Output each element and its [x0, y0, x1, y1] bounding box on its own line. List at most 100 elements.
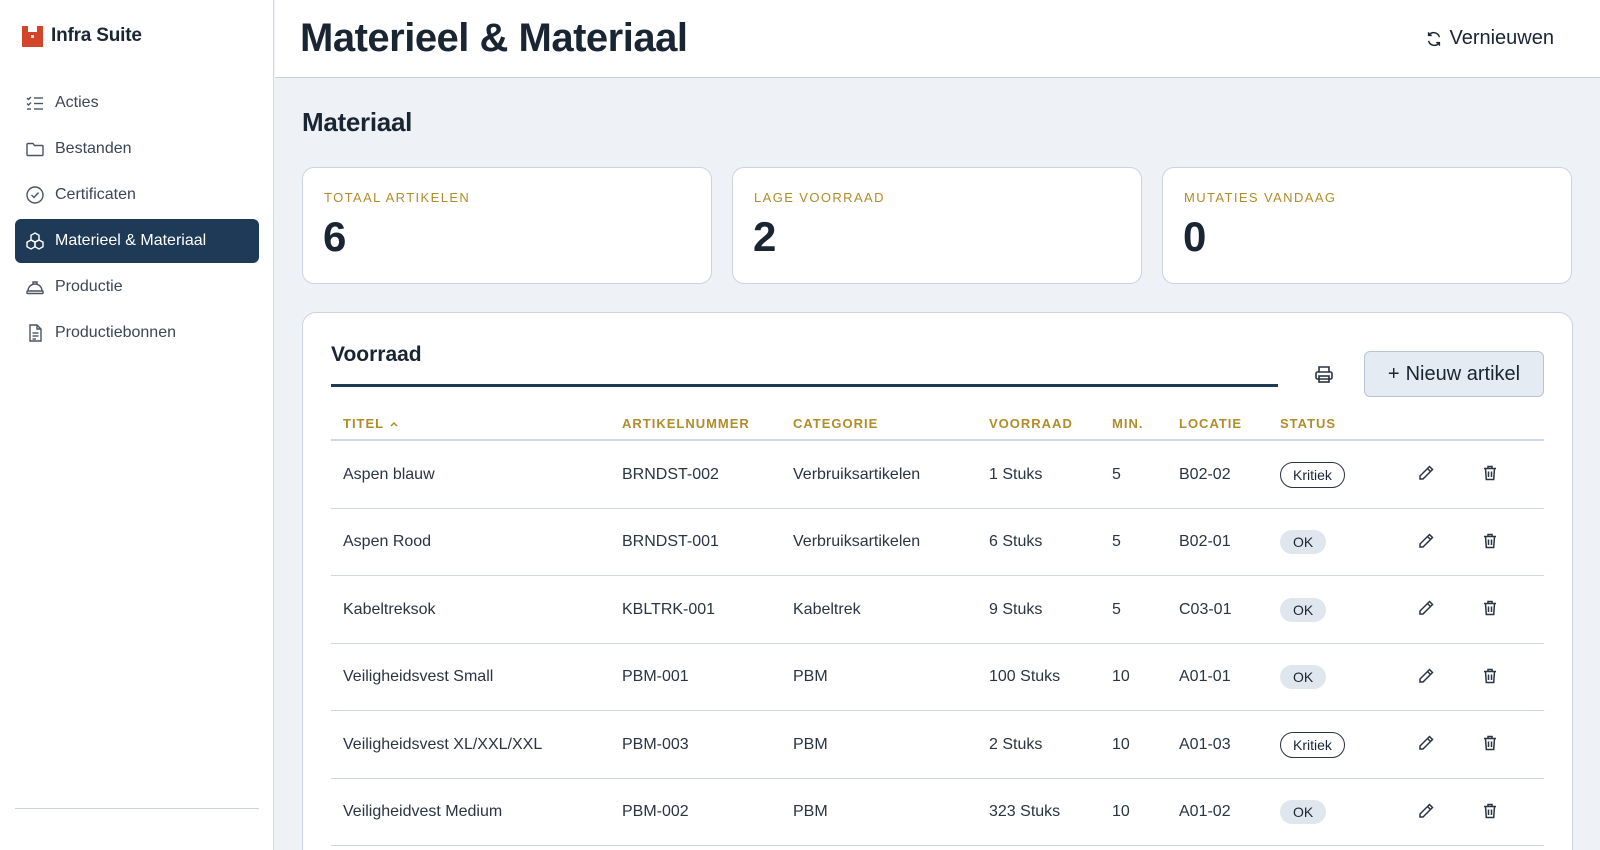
stat-label: TOTAAL ARTIKELEN [324, 190, 471, 205]
sidebar-item-materieel-materiaal[interactable]: Materieel & Materiaal [15, 219, 259, 263]
cell-locatie: A01-03 [1179, 735, 1231, 753]
delete-button[interactable] [1480, 666, 1500, 686]
table-body: Aspen blauw BRNDST-002 Verbruiksartikelen 1… [331, 441, 1544, 846]
check-circle-icon [26, 186, 44, 204]
table-row[interactable]: Veiligheidsvest Small PBM-001 PBM 100 Stuks… [331, 644, 1544, 711]
table-row[interactable]: Veiligheidsvest XL/XXL/XXL PBM-003 PBM 2 St… [331, 711, 1544, 779]
sidebar: Infra Suite Acties Bestanden Certificate… [0, 0, 274, 850]
logo-icon [22, 25, 43, 47]
pencil-icon [1419, 802, 1434, 818]
status-badge: OK [1280, 597, 1327, 622]
cell-artikelnummer: PBM-003 [622, 735, 689, 753]
sidebar-item-acties[interactable]: Acties [15, 81, 259, 125]
plus-icon: + [1387, 362, 1400, 385]
cell-min: 10 [1112, 668, 1130, 685]
delete-button[interactable] [1480, 598, 1500, 618]
column-header-titel[interactable]: TITEL [343, 416, 399, 431]
sidebar-item-certificaten[interactable]: Certificaten [15, 173, 259, 217]
table-row[interactable]: Aspen blauw BRNDST-002 Verbruiksartikelen 1… [331, 441, 1544, 509]
cell-voorraad: 323 Stuks [989, 803, 1061, 820]
sidebar-item-productiebonnen[interactable]: Productiebonnen [15, 311, 259, 355]
refresh-label: Vernieuwen [1449, 27, 1554, 49]
tab-underline [331, 384, 1278, 387]
column-header-min[interactable]: MIN. [1112, 416, 1143, 431]
column-header-locatie[interactable]: LOCATIE [1179, 416, 1242, 431]
cell-min: 10 [1112, 803, 1130, 820]
table-row[interactable]: Veiligheidvest Medium PBM-002 PBM 323 Stuks… [331, 779, 1544, 846]
delete-button[interactable] [1480, 463, 1500, 483]
edit-button[interactable] [1416, 463, 1436, 483]
edit-button[interactable] [1416, 666, 1436, 686]
cell-categorie: Verbruiksartikelen [793, 533, 921, 550]
sidebar-item-label: Acties [55, 94, 99, 111]
edit-button[interactable] [1416, 598, 1436, 618]
cell-status: OK [1280, 509, 1327, 576]
cell-categorie: PBM [793, 735, 828, 753]
edit-button[interactable] [1416, 531, 1436, 551]
brand[interactable]: Infra Suite [22, 25, 142, 47]
delete-button[interactable] [1480, 801, 1500, 821]
sidebar-item-label: Productie [55, 278, 123, 295]
cell-min: 10 [1112, 735, 1130, 753]
column-header-status[interactable]: STATUS [1280, 416, 1336, 431]
sidebar-item-label: Productiebonnen [55, 324, 176, 341]
status-badge: Kritiek [1280, 461, 1345, 488]
boxes-icon [26, 232, 44, 250]
cell-artikelnummer: BRNDST-002 [622, 465, 719, 483]
cell-min: 5 [1112, 533, 1121, 550]
inventory-panel: Voorraad + Nieuw artikel TITEL ARTIKELNU… [302, 312, 1573, 850]
edit-button[interactable] [1416, 733, 1436, 753]
page-title: Materieel & Materiaal [300, 16, 688, 60]
status-badge: Kritiek [1280, 731, 1345, 758]
cell-status: OK [1280, 779, 1327, 846]
cell-categorie: Verbruiksartikelen [793, 465, 921, 483]
hardhat-icon [26, 281, 44, 295]
cell-voorraad: 6 Stuks [989, 533, 1043, 550]
tab-voorraad[interactable]: Voorraad [331, 343, 422, 367]
pencil-icon [1419, 600, 1434, 615]
new-article-button[interactable]: + Nieuw artikel [1364, 351, 1544, 397]
table-row[interactable]: Aspen Rood BRNDST-001 Verbruiksartikelen 6 … [331, 509, 1544, 576]
table-row[interactable]: Kabeltreksok KBLTRK-001 Kabeltrek 9 Stuks 5 C… [331, 576, 1544, 644]
inventory-table: TITEL ARTIKELNUMMER CATEGORIE VOORRAAD M… [331, 403, 1544, 846]
folder-icon [26, 142, 44, 157]
cell-locatie: B02-02 [1179, 465, 1231, 483]
stat-value: 2 [753, 213, 777, 260]
new-article-label: Nieuw artikel [1405, 362, 1521, 385]
column-header-categorie[interactable]: CATEGORIE [793, 416, 878, 431]
trash-icon [1484, 803, 1496, 818]
status-badge: OK [1280, 800, 1327, 824]
cell-voorraad: 1 Stuks [989, 465, 1043, 483]
refresh-button[interactable]: Vernieuwen [1425, 27, 1554, 50]
table-header: TITEL ARTIKELNUMMER CATEGORIE VOORRAAD M… [331, 403, 1544, 441]
print-button[interactable] [1312, 363, 1336, 387]
stat-card-mutaties-vandaag: MUTATIES VANDAAG 0 [1162, 167, 1572, 284]
cell-min: 5 [1112, 600, 1121, 618]
checklist-icon [26, 96, 43, 110]
status-badge: OK [1280, 530, 1327, 554]
status-badge: OK [1280, 665, 1327, 689]
cell-titel: Aspen blauw [343, 465, 435, 483]
cell-titel: Aspen Rood [343, 533, 432, 550]
cell-titel: Veiligheidsvest Small [343, 668, 494, 685]
stat-value: 6 [323, 213, 347, 260]
cell-artikelnummer: BRNDST-001 [622, 533, 719, 550]
edit-button[interactable] [1416, 801, 1436, 821]
cell-voorraad: 100 Stuks [989, 668, 1061, 685]
pencil-icon [1419, 735, 1434, 750]
cell-locatie: B02-01 [1179, 533, 1231, 550]
sidebar-item-productie[interactable]: Productie [15, 265, 259, 309]
sidebar-nav: Acties Bestanden Certificaten Materieel … [15, 81, 259, 357]
delete-button[interactable] [1480, 531, 1500, 551]
column-header-artikelnummer[interactable]: ARTIKELNUMMER [622, 416, 750, 431]
trash-icon [1484, 668, 1496, 683]
stat-card-totaal-artikelen: TOTAAL ARTIKELEN 6 [302, 167, 712, 284]
brand-name: Infra Suite [51, 25, 142, 46]
stat-label: MUTATIES VANDAAG [1184, 190, 1337, 205]
sidebar-item-bestanden[interactable]: Bestanden [15, 127, 259, 171]
sidebar-item-label: Certificaten [55, 186, 136, 203]
column-header-voorraad[interactable]: VOORRAAD [989, 416, 1073, 431]
delete-button[interactable] [1480, 733, 1500, 753]
trash-icon [1484, 465, 1496, 481]
cell-titel: Kabeltreksok [343, 600, 436, 618]
